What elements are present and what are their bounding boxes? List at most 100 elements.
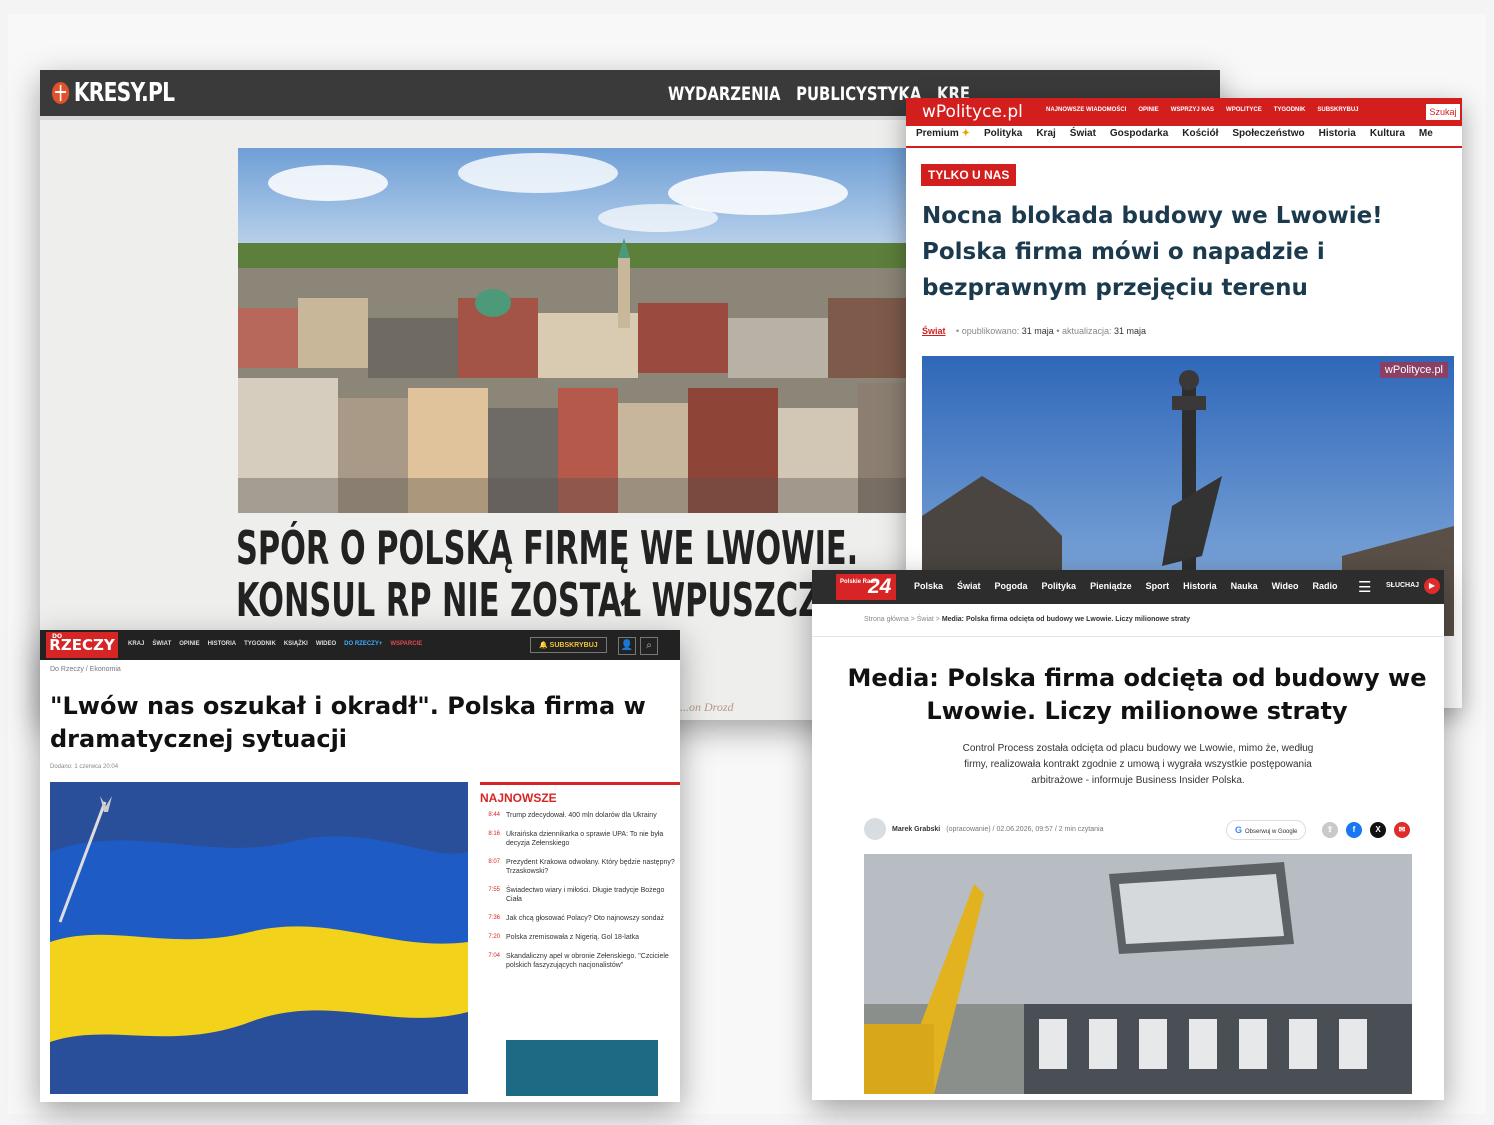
kresy-logo[interactable]: KRESY.PL xyxy=(52,78,175,108)
email-icon[interactable]: ✉ xyxy=(1394,822,1410,838)
dorzeczy-nav-tygodnik[interactable]: TYGODNIK xyxy=(244,641,276,647)
pr24-nav-pogoda[interactable]: Pogoda xyxy=(995,581,1028,591)
wpolityce-cat-premium[interactable]: Premium ✦ xyxy=(916,128,970,139)
wpolityce-topnav-najnowsze[interactable]: NAJNOWSZE WIADOMOŚCI xyxy=(1046,107,1126,113)
avatar xyxy=(864,818,886,840)
pr24-nav: Polska Świat Pogoda Polityka Pieniądze S… xyxy=(914,581,1338,591)
wpolityce-topnav-opinie[interactable]: OPINIE xyxy=(1138,107,1158,113)
dorzeczy-nav-opinie[interactable]: OPINIE xyxy=(179,641,199,647)
pr24-nav-polityka[interactable]: Polityka xyxy=(1042,581,1077,591)
premium-star-icon: ✦ xyxy=(961,128,970,139)
dorzeczy-nav: KRAJ ŚWIAT OPINIE HISTORIA TYGODNIK KSIĄ… xyxy=(128,641,422,647)
kresy-author: ...on Drozd xyxy=(680,700,734,714)
google-news-label: Obserwuj w Google xyxy=(1245,829,1298,835)
dorzeczy-ad-banner[interactable] xyxy=(506,1040,658,1096)
wpolityce-category-nav: Premium ✦ Polityka Kraj Świat Gospodarka… xyxy=(916,128,1433,139)
dorzeczy-nav-swiat[interactable]: ŚWIAT xyxy=(152,641,171,647)
wpolityce-section-link[interactable]: Świat xyxy=(922,326,946,336)
pr24-logo-number: 24 xyxy=(868,575,892,598)
dorzeczy-nav-wideo[interactable]: WIDEO xyxy=(316,641,336,647)
dorzeczy-nav-ksiazki[interactable]: KSIĄŻKI xyxy=(284,641,308,647)
dorzeczy-nav-kraj[interactable]: KRAJ xyxy=(128,641,144,647)
kresy-headline[interactable]: SPÓR O POLSKĄ FIRMĘ WE LWOWIE. KONSUL RP… xyxy=(236,521,893,626)
pr24-nav-sport[interactable]: Sport xyxy=(1146,581,1170,591)
dorzeczy-nav-plus[interactable]: DO RZECZY+ xyxy=(344,641,382,647)
pr24-nav-nauka[interactable]: Nauka xyxy=(1231,581,1258,591)
dorzeczy-screenshot: DO RZECZY KRAJ ŚWIAT OPINIE HISTORIA TYG… xyxy=(40,630,680,1102)
dorzeczy-subscribe-button[interactable]: 🔔 SUBSKRYBUJ xyxy=(530,637,607,653)
wpolityce-watermark: wPolityce.pl xyxy=(1379,362,1448,378)
search-icon[interactable]: ⌕ xyxy=(640,637,658,655)
dorzeczy-article-date: Dodano: 1 czerwca 20:04 xyxy=(50,764,119,770)
wpolityce-topnav-tygodnik[interactable]: TYGODNIK xyxy=(1274,107,1306,113)
wpolityce-cat-gospodarka[interactable]: Gospodarka xyxy=(1110,128,1168,139)
list-item[interactable]: 8:07 Prezydent Krakowa odwołany. Który bę… xyxy=(480,858,680,876)
wpolityce-search-button[interactable]: Szukaj xyxy=(1426,104,1460,120)
lviv-panorama-photo xyxy=(238,148,938,513)
list-item-text: Prezydent Krakowa odwołany. Który będzie… xyxy=(506,859,675,875)
wpolityce-topnav-wesprzyj[interactable]: WSPRZYJ NAS xyxy=(1171,107,1214,113)
pr24-nav-polska[interactable]: Polska xyxy=(914,581,943,591)
share-icon[interactable]: ⇪ xyxy=(1322,822,1338,838)
wpolityce-article-title[interactable]: Nocna blokada budowy we Lwowie! Polska f… xyxy=(922,198,1422,306)
wpolityce-cat-swiat[interactable]: Świat xyxy=(1070,128,1096,139)
list-item[interactable]: 7:20 Polska zremisowała z Nigerią. Gol 18… xyxy=(480,933,680,942)
wpolityce-topnav: NAJNOWSZE WIADOMOŚCI OPINIE WSPRZYJ NAS … xyxy=(1046,107,1359,113)
ukraine-flag-photo xyxy=(50,782,468,1094)
user-icon[interactable]: 👤 xyxy=(618,637,636,655)
dorzeczy-article-title[interactable]: "Lwów nas oszukał i okradł". Polska firm… xyxy=(50,690,650,756)
wpolityce-logo[interactable]: wPolityce.pl xyxy=(922,102,1023,122)
wpolityce-cat-historia[interactable]: Historia xyxy=(1319,128,1356,139)
kresy-nav-wydarzenia[interactable]: WYDARZENIA xyxy=(668,83,781,105)
dorzeczy-logo[interactable]: DO RZECZY xyxy=(46,632,118,658)
pr24-nav-historia[interactable]: Historia xyxy=(1183,581,1217,591)
dorzeczy-breadcrumb[interactable]: Do Rzeczy / Ekonomia xyxy=(50,666,121,673)
pr24-article-title[interactable]: Media: Polska firma odcięta od budowy we… xyxy=(842,662,1432,728)
pr24-author-meta: (opracowanie) / 02.06.2026, 09:57 / 2 mi… xyxy=(946,825,1104,833)
list-item[interactable]: 8:44 Trump zdecydował. 400 mln dolarów dl… xyxy=(480,811,680,820)
wpolityce-topnav-subskrybuj[interactable]: SUBSKRYBUJ xyxy=(1317,107,1358,113)
list-item[interactable]: 7:36 Jak chcą głosować Polacy? Oto najnow… xyxy=(480,914,680,923)
pr24-nav-swiat[interactable]: Świat xyxy=(957,581,981,591)
wpolityce-topnav-wpolityce[interactable]: WPOLITYCE xyxy=(1226,107,1262,113)
pr24-breadcrumb-path: Strona główna > Świat > xyxy=(864,616,942,623)
pr24-nav-wideo[interactable]: Wideo xyxy=(1272,581,1299,591)
pr24-author-name[interactable]: Marek Grabski xyxy=(892,826,940,833)
wpolityce-cat-media[interactable]: Me xyxy=(1419,128,1433,139)
facebook-icon[interactable]: f xyxy=(1346,822,1362,838)
wpolityce-published-label: opublikowano: xyxy=(961,326,1020,336)
wpolityce-cat-spoleczenstwo[interactable]: Społeczeństwo xyxy=(1232,128,1304,139)
hamburger-menu-icon[interactable]: ☰ xyxy=(1358,578,1371,596)
x-icon[interactable]: X xyxy=(1370,822,1386,838)
wpolityce-cat-polityka[interactable]: Polityka xyxy=(984,128,1022,139)
list-item-time: 7:04 xyxy=(488,953,500,959)
kresy-nav-publicystyka[interactable]: PUBLICYSTYKA xyxy=(796,83,921,105)
pr24-nav-pieniadze[interactable]: Pieniądze xyxy=(1090,581,1132,591)
list-item-time: 7:36 xyxy=(488,915,500,921)
google-news-follow-button[interactable]: G Obserwuj w Google xyxy=(1226,820,1307,840)
wpolityce-exclusive-badge: TYLKO U NAS xyxy=(921,164,1017,186)
list-item-time: 7:55 xyxy=(488,887,500,893)
play-icon[interactable]: ▶ xyxy=(1424,578,1440,594)
pr24-logo[interactable]: Polskie Radio 24 xyxy=(836,574,896,600)
wpolityce-cat-kultura[interactable]: Kultura xyxy=(1370,128,1405,139)
wpolityce-article-meta: Świat • opublikowano: 31 maja • aktualiz… xyxy=(922,326,1146,336)
kresy-headline-line-1: SPÓR O POLSKĄ FIRMĘ WE LWOWIE. xyxy=(236,521,859,575)
dorzeczy-nav-historia[interactable]: HISTORIA xyxy=(208,641,237,647)
list-item-text: Ukraińska dziennikarka o sprawie UPA: To… xyxy=(506,831,664,847)
list-item[interactable]: 7:04 Skandaliczny apel w obronie Zełenski… xyxy=(480,952,680,970)
list-item-text: Świadectwo wiary i miłości. Długie trady… xyxy=(506,887,665,903)
pr24-nav-radio[interactable]: Radio xyxy=(1313,581,1338,591)
wpolityce-cat-kosciol[interactable]: Kościół xyxy=(1182,128,1218,139)
list-item-time: 8:07 xyxy=(488,859,500,865)
list-item-text: Jak chcą głosować Polacy? Oto najnowszy … xyxy=(506,915,664,922)
dorzeczy-nav-wsparcie[interactable]: WSPARCIE xyxy=(390,641,422,647)
pr24-listen-label[interactable]: SŁUCHAJ xyxy=(1386,582,1419,589)
dorzeczy-latest-sidebar: NAJNOWSZE 8:44 Trump zdecydował. 400 mln … xyxy=(480,782,680,980)
dorzeczy-header: DO RZECZY KRAJ ŚWIAT OPINIE HISTORIA TYG… xyxy=(40,630,680,660)
meta-separator: • xyxy=(956,326,960,336)
wpolityce-cat-kraj[interactable]: Kraj xyxy=(1036,128,1055,139)
list-item[interactable]: 8:16 Ukraińska dziennikarka o sprawie UPA… xyxy=(480,830,680,848)
pr24-breadcrumb[interactable]: Strona główna > Świat > Media: Polska fi… xyxy=(864,616,1190,623)
list-item[interactable]: 7:55 Świadectwo wiary i miłości. Długie t… xyxy=(480,886,680,904)
